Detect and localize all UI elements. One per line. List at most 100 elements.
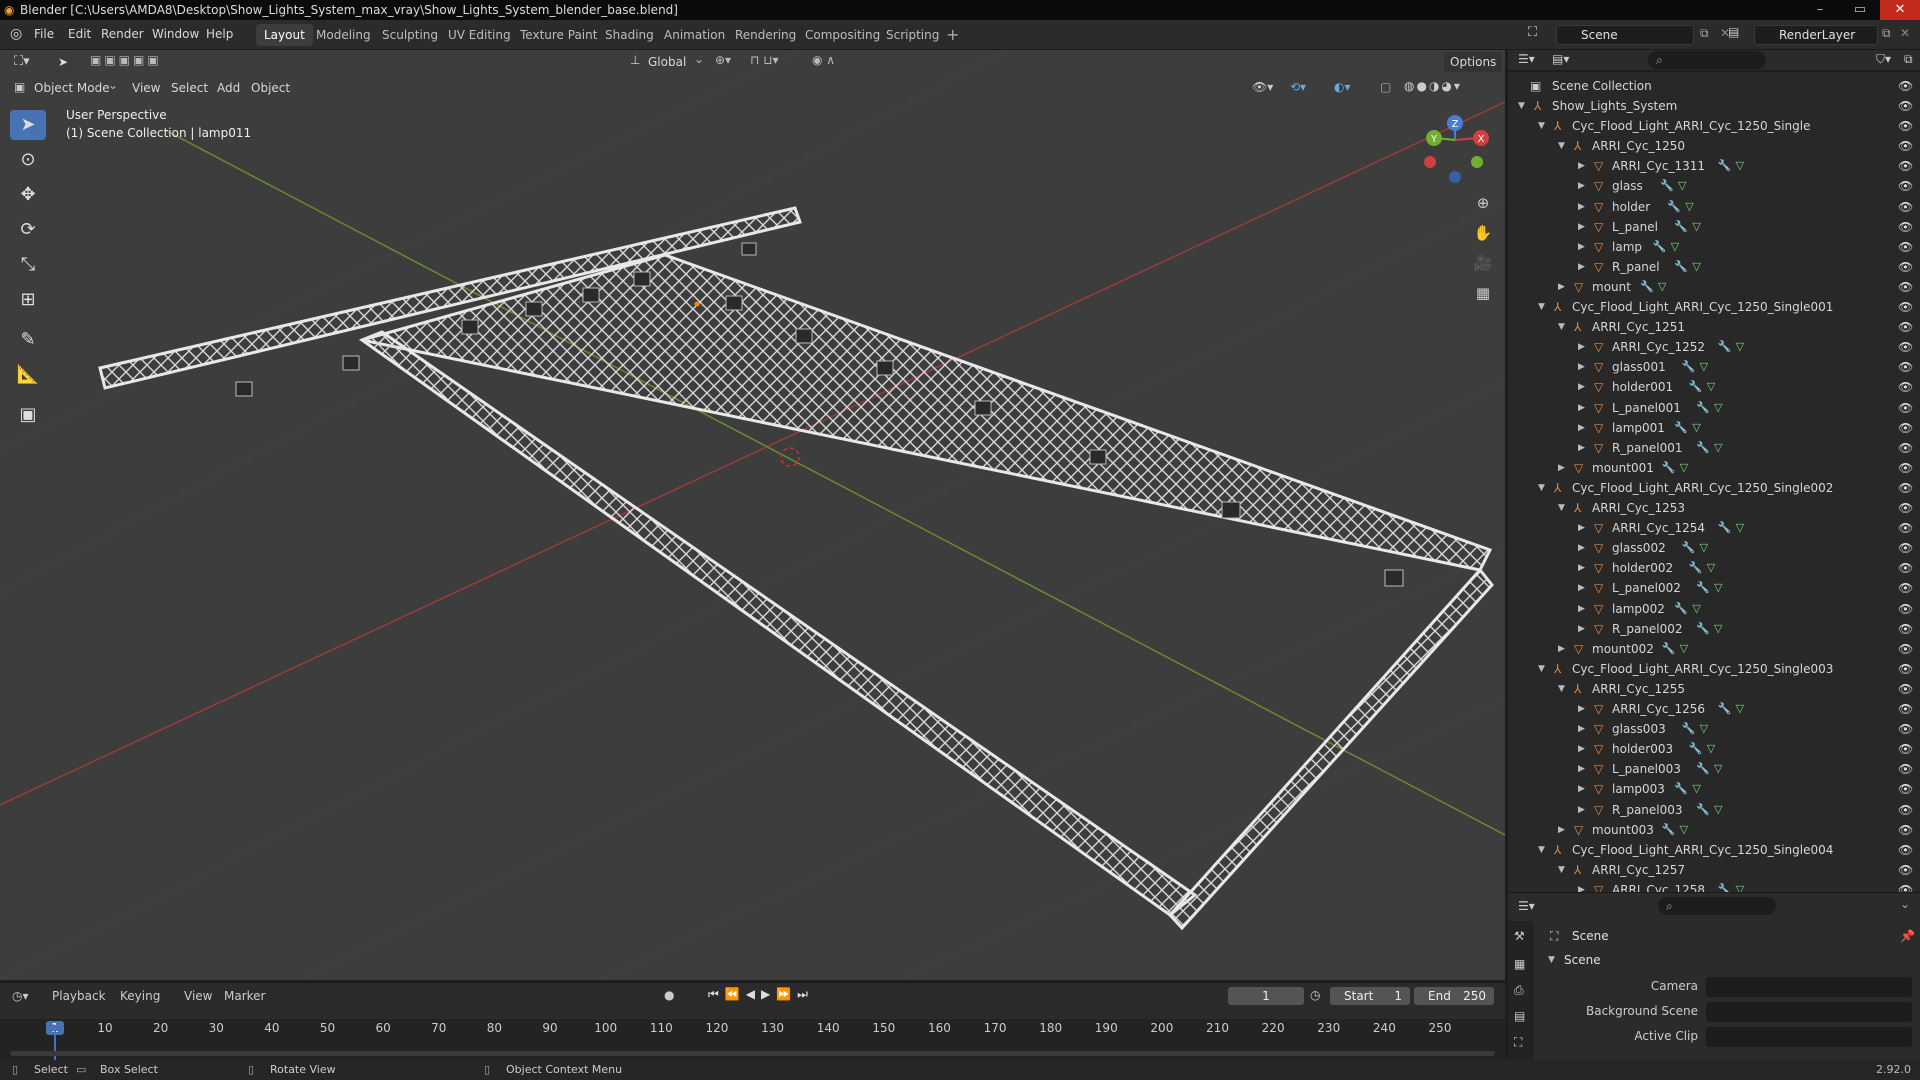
menu-add[interactable]: Add <box>217 78 240 98</box>
transform-orientation-dropdown[interactable]: Global <box>648 52 686 72</box>
modifier-icon[interactable]: 🔧 <box>1682 538 1696 558</box>
eye-icon[interactable]: 👁 <box>1898 639 1913 659</box>
outliner-row[interactable]: ▶ ▽ L_panel003 🔧 ▽ 👁 <box>1508 759 1920 779</box>
properties-editor-icon[interactable]: ☰▾ <box>1518 899 1535 913</box>
outliner-search-input[interactable]: ⌕ <box>1648 51 1766 69</box>
modifier-icon[interactable]: 🔧 <box>1689 739 1703 759</box>
collapse-arrow-icon[interactable]: ▼ <box>1558 136 1565 156</box>
expand-arrow-icon[interactable]: ▶ <box>1578 619 1585 639</box>
move-tool[interactable]: ✥ <box>10 180 46 210</box>
cursor-tool[interactable]: ⊙ <box>10 145 46 175</box>
transform-orientation-icon[interactable]: ⊥ <box>630 53 640 67</box>
output-tab-icon[interactable]: ⎙ <box>1514 983 1524 998</box>
expand-arrow-icon[interactable]: ▶ <box>1578 578 1585 598</box>
menu-marker[interactable]: Marker <box>224 989 265 1003</box>
outliner-row[interactable]: ▶ ▽ ARRI_Cyc_1254 🔧 ▽ 👁 <box>1508 518 1920 538</box>
mesh-data-icon[interactable]: ▽ <box>1714 578 1722 598</box>
eye-icon[interactable]: 👁 <box>1898 679 1913 699</box>
annotate-tool[interactable]: ✎ <box>10 325 46 355</box>
active-clip-field[interactable] <box>1706 1027 1912 1047</box>
mesh-data-icon[interactable]: ▽ <box>1700 719 1708 739</box>
expand-arrow-icon[interactable]: ▶ <box>1578 377 1585 397</box>
modifier-icon[interactable]: 🔧 <box>1696 578 1710 598</box>
eye-icon[interactable]: 👁 <box>1898 659 1913 679</box>
expand-arrow-icon[interactable]: ▶ <box>1578 156 1585 176</box>
mesh-data-icon[interactable]: ▽ <box>1692 257 1700 277</box>
eye-icon[interactable]: 👁 <box>1898 297 1913 317</box>
transform-tool[interactable]: ⊞ <box>10 285 46 315</box>
pivot-point-icon[interactable]: ⊕▾ <box>715 53 731 67</box>
view-layer-icon[interactable]: ▤ <box>1728 25 1739 39</box>
menu-timeline-view[interactable]: View <box>184 989 212 1003</box>
eye-icon[interactable]: 👁 <box>1898 116 1913 136</box>
select-mode-icons[interactable]: ▣▣▣▣▣ <box>90 53 162 67</box>
select-tool-icon[interactable]: ➤ <box>52 52 74 72</box>
new-collection-icon[interactable]: ⧉ <box>1904 52 1913 67</box>
expand-arrow-icon[interactable]: ▶ <box>1578 779 1585 799</box>
collapse-arrow-icon[interactable]: ▼ <box>1538 478 1545 498</box>
mesh-data-icon[interactable]: ▽ <box>1692 779 1700 799</box>
mesh-data-icon[interactable]: ▽ <box>1680 639 1688 659</box>
expand-arrow-icon[interactable]: ▶ <box>1578 438 1585 458</box>
expand-arrow-icon[interactable]: ▶ <box>1558 458 1565 478</box>
outliner-editor-icon[interactable]: ☰▾ <box>1518 52 1535 66</box>
eye-icon[interactable]: 👁 <box>1898 377 1913 397</box>
collapse-arrow-icon[interactable]: ▼ <box>1558 860 1565 880</box>
eye-icon[interactable]: 👁 <box>1898 719 1913 739</box>
display-mode-icon[interactable]: ▤▾ <box>1552 52 1569 66</box>
modifier-icon[interactable]: 🔧 <box>1674 599 1688 619</box>
outliner-row[interactable]: ▶ ▽ R_panel002 🔧 ▽ 👁 <box>1508 619 1920 639</box>
menu-select[interactable]: Select <box>171 78 208 98</box>
outliner-row[interactable]: ▶ ▽ ARRI_Cyc_1311 🔧 ▽ 👁 <box>1508 156 1920 176</box>
collapse-arrow-icon[interactable]: ▼ <box>1538 840 1545 860</box>
mesh-data-icon[interactable]: ▽ <box>1692 599 1700 619</box>
editor-type-icon[interactable]: ⛶▾ <box>14 54 30 69</box>
outliner-row[interactable]: ▶ ▽ ARRI_Cyc_1252 🔧 ▽ 👁 <box>1508 337 1920 357</box>
eye-icon[interactable]: 👁 <box>1898 538 1913 558</box>
expand-arrow-icon[interactable]: ▶ <box>1558 639 1565 659</box>
expand-arrow-icon[interactable]: ▶ <box>1578 518 1585 538</box>
modifier-icon[interactable]: 🔧 <box>1667 197 1681 217</box>
eye-icon[interactable]: 👁 <box>1898 96 1913 116</box>
outliner-row[interactable]: ▶ ▽ mount 🔧 ▽ 👁 <box>1508 277 1920 297</box>
outliner-row[interactable]: ▼ ⅄ Cyc_Flood_Light_ARRI_Cyc_1250_Single00… <box>1508 840 1920 860</box>
outliner-row[interactable]: ▶ ▽ L_panel 🔧 ▽ 👁 <box>1508 217 1920 237</box>
mesh-data-icon[interactable]: ▽ <box>1714 398 1722 418</box>
eye-icon[interactable]: 👁 <box>1898 398 1913 418</box>
rotate-tool[interactable]: ⟳ <box>10 215 46 245</box>
gizmo-toggle-icon[interactable]: ⟲▾ <box>1290 80 1306 94</box>
eye-icon[interactable]: 👁 <box>1898 820 1913 840</box>
menu-playback[interactable]: Playback <box>52 989 106 1003</box>
layer-delete-icon[interactable]: ✕ <box>1900 26 1910 40</box>
scene-new-icon[interactable]: ⧉ <box>1700 26 1709 41</box>
frame-ruler[interactable]: 1102030405060708090100110120130140150160… <box>0 1019 1505 1061</box>
3d-viewport[interactable]: Z X Y ⛶▾ ➤ ▣▣▣▣▣ ⊥ Global ⌄ ⊕▾ ⊓ ⊔▾ ◉ ∧ … <box>0 50 1505 980</box>
mesh-data-icon[interactable]: ▽ <box>1658 277 1666 297</box>
outliner-row[interactable]: ▶ ▽ mount003 🔧 ▽ 👁 <box>1508 820 1920 840</box>
modifier-icon[interactable]: 🔧 <box>1689 377 1703 397</box>
expand-arrow-icon[interactable]: ▶ <box>1578 599 1585 619</box>
outliner-row[interactable]: ▶ ▽ holder003 🔧 ▽ 👁 <box>1508 739 1920 759</box>
mesh-data-icon[interactable]: ▽ <box>1685 197 1693 217</box>
outliner-row[interactable]: ▶ ▽ L_panel001 🔧 ▽ 👁 <box>1508 398 1920 418</box>
eye-icon[interactable]: 👁 <box>1898 197 1913 217</box>
eye-icon[interactable]: 👁 <box>1898 357 1913 377</box>
outliner-row[interactable]: ▶ ▽ lamp 🔧 ▽ 👁 <box>1508 237 1920 257</box>
mesh-data-icon[interactable]: ▽ <box>1707 558 1715 578</box>
tab-layout[interactable]: Layout <box>256 24 313 46</box>
scene-tab-icon[interactable]: ⛶ <box>1514 1035 1522 1050</box>
modifier-icon[interactable]: 🔧 <box>1696 438 1710 458</box>
add-cube-tool[interactable]: ▣ <box>10 400 46 430</box>
modifier-icon[interactable]: 🔧 <box>1662 639 1676 659</box>
blender-menu-icon[interactable]: ◎ <box>10 26 22 42</box>
maximize-button[interactable]: ▭ <box>1840 0 1880 20</box>
eye-icon[interactable]: 👁 <box>1898 76 1913 96</box>
outliner-row[interactable]: ▼ ⅄ Cyc_Flood_Light_ARRI_Cyc_1250_Single00… <box>1508 297 1920 317</box>
mesh-data-icon[interactable]: ▽ <box>1700 357 1708 377</box>
eye-icon[interactable]: 👁 <box>1898 317 1913 337</box>
expand-arrow-icon[interactable]: ▶ <box>1578 719 1585 739</box>
outliner-row[interactable]: ▼ ⅄ Cyc_Flood_Light_ARRI_Cyc_1250_Single 👁 <box>1508 116 1920 136</box>
camera-field[interactable] <box>1706 977 1912 997</box>
eye-icon[interactable]: 👁 <box>1898 699 1913 719</box>
eye-icon[interactable]: 👁 <box>1898 257 1913 277</box>
